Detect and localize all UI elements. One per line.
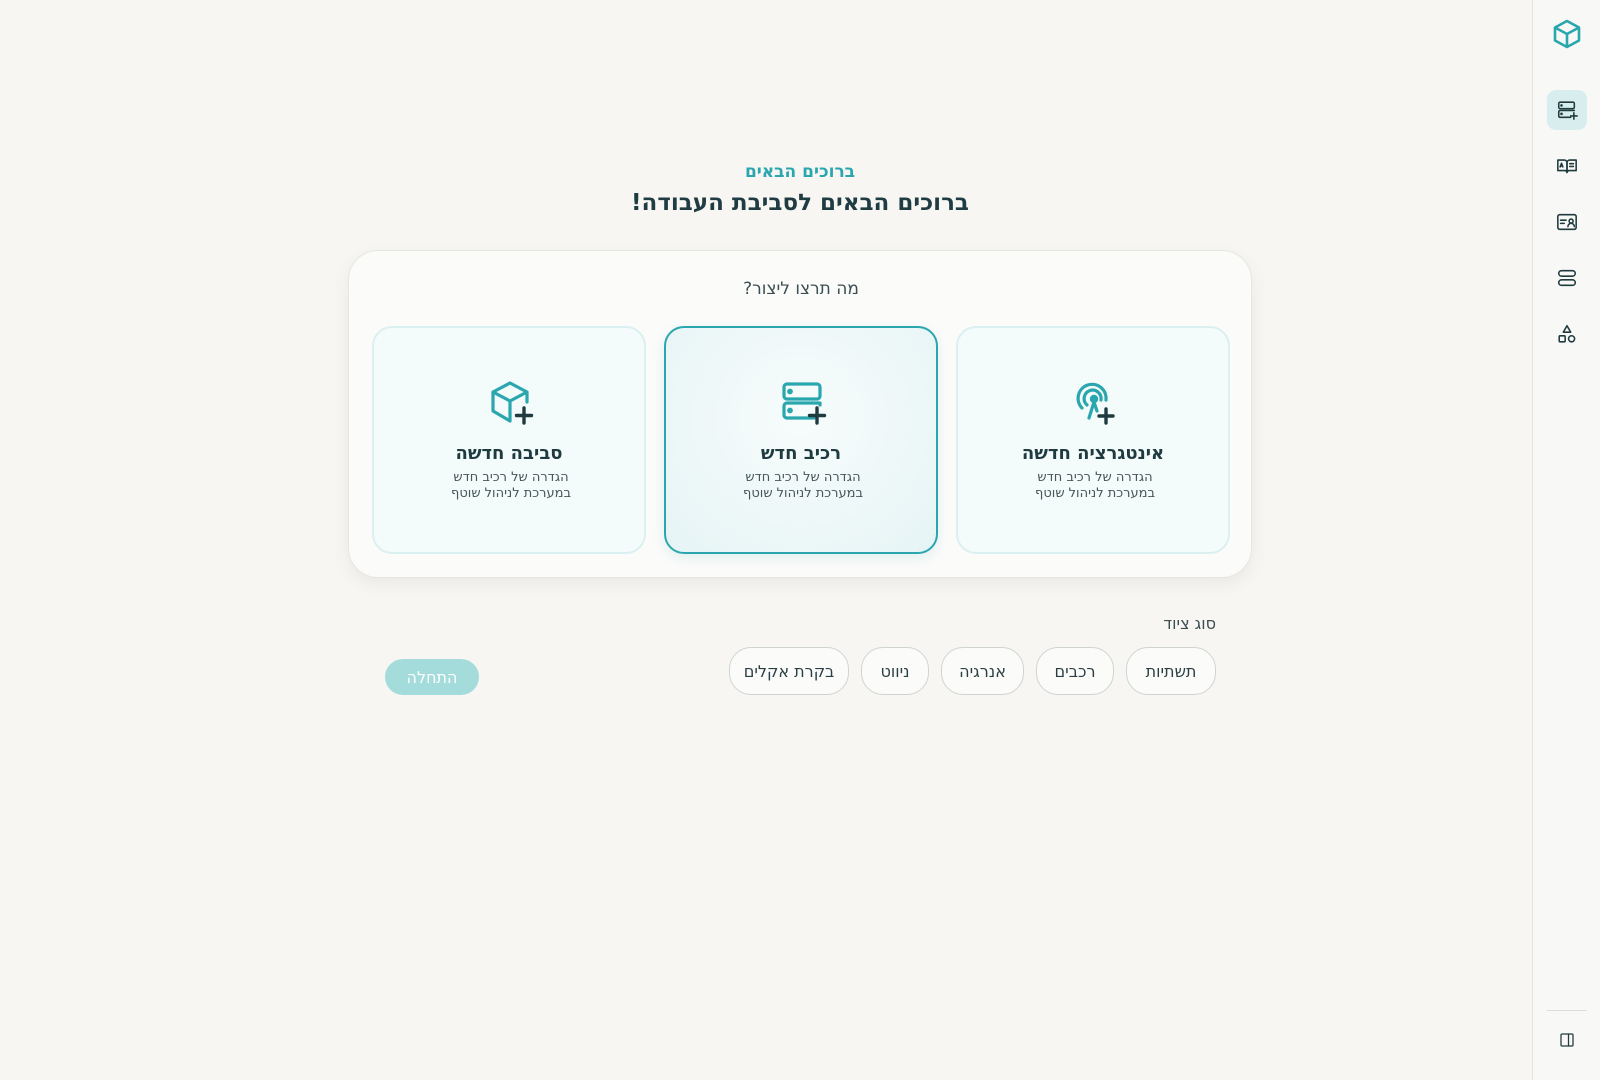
start-button[interactable]: התחלה bbox=[385, 659, 479, 695]
panel-question: מה תרצו ליצור? bbox=[743, 279, 859, 299]
option-desc-line: הגדרה של רכיב חדש bbox=[1037, 470, 1153, 485]
option-desc-line: במערכת לניהול שוטף bbox=[743, 486, 863, 501]
option-desc-line: הגדרה של רכיב חדש bbox=[745, 470, 861, 485]
app-root: ברוכים הבאים ברוכים הבאים לסביבת העבודה!… bbox=[0, 0, 1600, 1080]
sidebar-item-stack[interactable] bbox=[1547, 258, 1587, 298]
sidebar-item-shapes[interactable] bbox=[1547, 314, 1587, 354]
chip-vehicles[interactable]: רכבים bbox=[1036, 647, 1114, 695]
sidebar-item-contacts[interactable] bbox=[1547, 202, 1587, 242]
stack-icon bbox=[1557, 269, 1577, 287]
sidebar bbox=[1532, 0, 1600, 1080]
option-desc-line: במערכת לניהול שוטף bbox=[451, 486, 571, 501]
option-desc-line: במערכת לניהול שוטף bbox=[1035, 486, 1155, 501]
chip-energy[interactable]: אנרגיה bbox=[941, 647, 1024, 695]
option-desc-component: הגדרה של רכיב חדש במערכת לניהול שוטף bbox=[716, 470, 890, 502]
option-title-integration: אינטגרציה חדשה bbox=[1021, 443, 1165, 464]
welcome-eyebrow: ברוכים הבאים bbox=[744, 162, 856, 182]
sidebar-divider bbox=[1547, 1010, 1587, 1011]
page-title: ברוכים הבאים לסביבת העבודה! bbox=[631, 190, 969, 216]
create-options-panel: מה תרצו ליצור? אינטגרציה חדשה הגדרה של ר… bbox=[348, 250, 1252, 578]
book-icon bbox=[1557, 159, 1577, 174]
chip-navigation[interactable]: ניווט bbox=[861, 647, 929, 695]
cube-plus-icon bbox=[491, 381, 534, 425]
chip-infrastructure[interactable]: תשתיות bbox=[1126, 647, 1216, 695]
option-desc-environment: הגדרה של רכיב חדש במערכת לניהול שוטף bbox=[424, 470, 598, 502]
integration-plus-icon bbox=[1076, 382, 1115, 425]
contact-card-icon bbox=[1557, 213, 1577, 231]
panel-collapse-icon bbox=[1560, 1033, 1574, 1047]
equipment-type-label: סוג ציוד bbox=[1163, 614, 1216, 633]
shapes-icon bbox=[1558, 324, 1576, 343]
option-card-integration[interactable]: אינטגרציה חדשה הגדרה של רכיב חדש במערכת … bbox=[956, 326, 1230, 554]
cube-logo-icon bbox=[1553, 19, 1581, 49]
option-title-component: רכיב חדש bbox=[760, 443, 842, 464]
server-plus-icon bbox=[782, 382, 827, 425]
sidebar-item-components[interactable] bbox=[1547, 90, 1587, 130]
option-desc-integration: הגדרה של רכיב חדש במערכת לניהול שוטף bbox=[1008, 470, 1182, 502]
sidebar-item-docs[interactable] bbox=[1547, 146, 1587, 186]
option-desc-line: הגדרה של רכיב חדש bbox=[453, 470, 569, 485]
chip-climate-control[interactable]: בקרת אקלים bbox=[729, 647, 849, 695]
sidebar-collapse-button[interactable] bbox=[1547, 1020, 1587, 1060]
option-card-environment[interactable]: סביבה חדשה הגדרה של רכיב חדש במערכת לניה… bbox=[372, 326, 646, 554]
server-plus-icon bbox=[1557, 101, 1578, 120]
option-title-environment: סביבה חדשה bbox=[455, 443, 563, 464]
option-card-component[interactable]: רכיב חדש הגדרה של רכיב חדש במערכת לניהול… bbox=[664, 326, 938, 554]
